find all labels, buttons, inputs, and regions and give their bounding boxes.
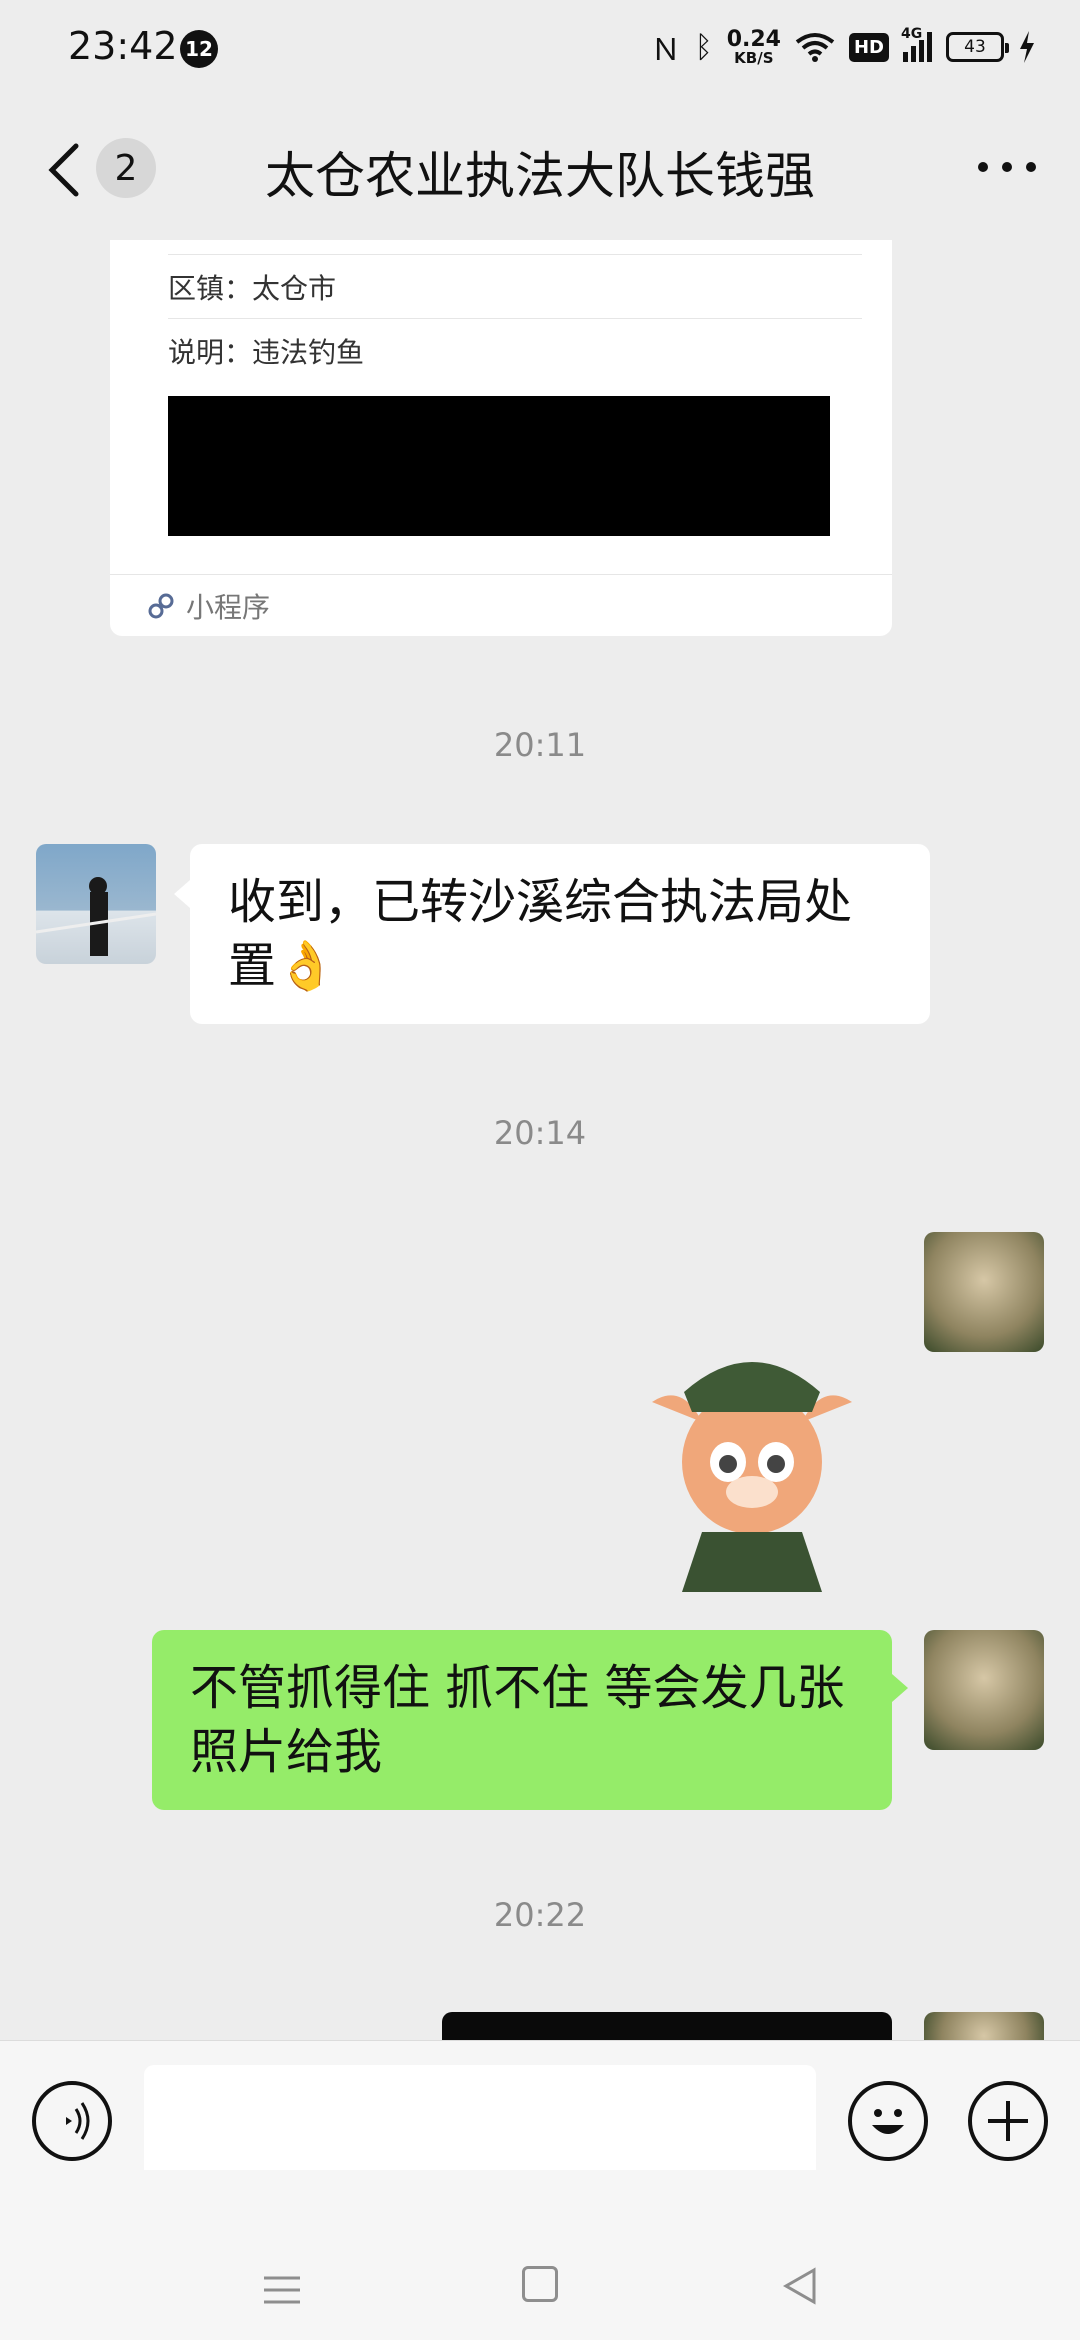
status-icons: Ｎ ᛒ 0.24 KB/S HD 4G 43 — [651, 22, 1036, 72]
card-district: 区镇：太仓市 — [168, 254, 862, 318]
voice-icon[interactable] — [32, 2081, 112, 2161]
status-time: 23:42 — [68, 24, 178, 68]
deer-sticker[interactable] — [632, 1312, 872, 1592]
emoji-icon[interactable] — [848, 2081, 928, 2161]
card-image[interactable] — [168, 396, 830, 536]
chat-title: 太仓农业执法大队长钱强 — [265, 147, 815, 205]
home-icon[interactable] — [522, 2266, 558, 2302]
network-type-label: 4G — [901, 26, 923, 42]
bluetooth-icon: ᛒ — [694, 29, 713, 65]
card-note: 说明：违法钓鱼 — [168, 318, 862, 382]
net-speed-unit: KB/S — [734, 48, 774, 67]
card-footer: 小程序 — [110, 574, 892, 636]
image-message[interactable] — [442, 2012, 892, 2040]
outgoing-message[interactable]: 不管抓得住 抓不住 等会发几张照片给我 — [152, 1630, 908, 1810]
menu-icon[interactable] — [262, 2270, 302, 2310]
status-bar: 23:42 12 Ｎ ᛒ 0.24 KB/S HD 4G 43 — [0, 0, 1080, 96]
timestamp: 20:11 — [493, 726, 587, 764]
avatar-figure — [36, 877, 156, 956]
my-avatar[interactable] — [924, 1630, 1044, 1750]
chat-header: 2 太仓农业执法大队长钱强 — [0, 96, 1080, 240]
hd-badge: HD — [848, 32, 889, 62]
message-input[interactable] — [144, 2065, 816, 2183]
mini-program-card[interactable]: 区镇：太仓市 说明：违法钓鱼 小程序 — [110, 240, 892, 636]
battery-icon: 43 — [946, 32, 1009, 62]
my-avatar[interactable] — [924, 1232, 1044, 1352]
net-speed: 0.24 KB/S — [726, 26, 781, 67]
input-bar — [0, 2040, 1080, 2183]
mini-program-icon — [148, 593, 174, 618]
charging-icon — [1020, 31, 1034, 63]
back-nav-icon[interactable] — [780, 2266, 820, 2306]
plus-icon[interactable] — [968, 2081, 1048, 2161]
net-speed-value: 0.24 — [726, 26, 781, 52]
timestamp: 20:22 — [493, 1896, 587, 1934]
wifi-icon — [795, 33, 835, 62]
battery-level: 43 — [964, 37, 986, 57]
timestamp: 20:14 — [493, 1114, 587, 1152]
my-avatar[interactable] — [924, 2012, 1044, 2040]
notification-count-badge: 12 — [180, 30, 218, 68]
system-navigation-bar — [0, 2170, 1080, 2340]
incoming-message[interactable]: 收到，已转沙溪综合执法局处置👌 — [174, 844, 930, 1024]
more-icon[interactable] — [972, 152, 1042, 182]
signal-icon: 4G — [901, 26, 932, 62]
chat-messages[interactable]: 区镇：太仓市 说明：违法钓鱼 小程序 20:11 收到，已转沙溪综合执法局处置👌… — [0, 240, 1080, 2040]
mini-program-label: 小程序 — [186, 590, 271, 624]
nfc-icon: Ｎ — [650, 33, 681, 68]
contact-avatar[interactable] — [36, 844, 156, 964]
